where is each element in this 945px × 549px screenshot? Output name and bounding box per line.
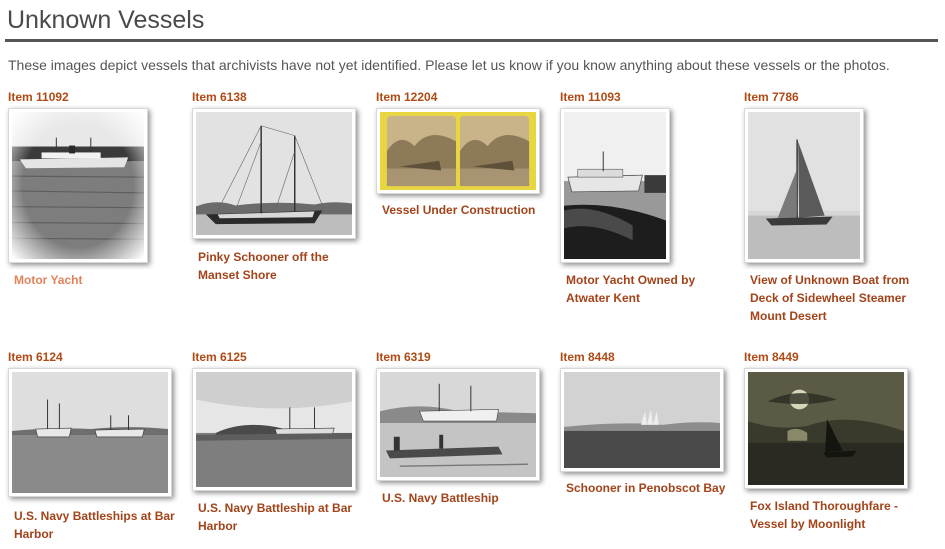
thumbnail-moonlight-vessel[interactable] [744,368,908,489]
caption-link[interactable]: Motor Yacht [14,271,184,289]
caption-link[interactable]: Vessel Under Construction [382,201,552,219]
thumbnail-motor-yacht-kent[interactable] [560,108,670,263]
caption-link[interactable]: Pinky Schooner off the Manset Shore [198,248,368,284]
caption-link[interactable]: Motor Yacht Owned by Atwater Kent [566,271,736,307]
title-divider [5,39,938,42]
item-number[interactable]: Item 6319 [376,350,431,364]
intro-text: These images depict vessels that archivi… [8,57,890,73]
item-number[interactable]: Item 8449 [744,350,799,364]
caption-link[interactable]: U.S. Navy Battleship at Bar Harbor [198,499,368,535]
item-number[interactable]: Item 8448 [560,350,615,364]
caption-link[interactable]: Schooner in Penobscot Bay [566,479,736,497]
item-number[interactable]: Item 12204 [376,90,437,104]
thumbnail-battleship-harbor[interactable] [192,368,356,491]
thumbnail-motor-yacht[interactable] [8,108,148,263]
thumbnail-battleships[interactable] [8,368,172,497]
item-number[interactable]: Item 11093 [560,90,621,104]
item-number[interactable]: Item 6138 [192,90,247,104]
thumbnail-stereoview[interactable] [376,108,540,194]
item-number[interactable]: Item 11092 [8,90,69,104]
page-title: Unknown Vessels [7,6,205,34]
thumbnail-battleship-dock[interactable] [376,368,540,481]
thumbnail-pinky-schooner[interactable] [192,108,356,239]
caption-link[interactable]: U.S. Navy Battleship [382,489,552,507]
caption-link[interactable]: U.S. Navy Battleships at Bar Harbor [14,507,184,543]
item-number[interactable]: Item 6125 [192,350,247,364]
item-number[interactable]: Item 6124 [8,350,63,364]
caption-link[interactable]: View of Unknown Boat from Deck of Sidewh… [750,271,920,325]
caption-link[interactable]: Fox Island Thoroughfare - Vessel by Moon… [750,497,920,533]
item-number[interactable]: Item 7786 [744,90,799,104]
thumbnail-sailboat[interactable] [744,108,864,263]
thumbnail-schooner-bay[interactable] [560,368,724,472]
